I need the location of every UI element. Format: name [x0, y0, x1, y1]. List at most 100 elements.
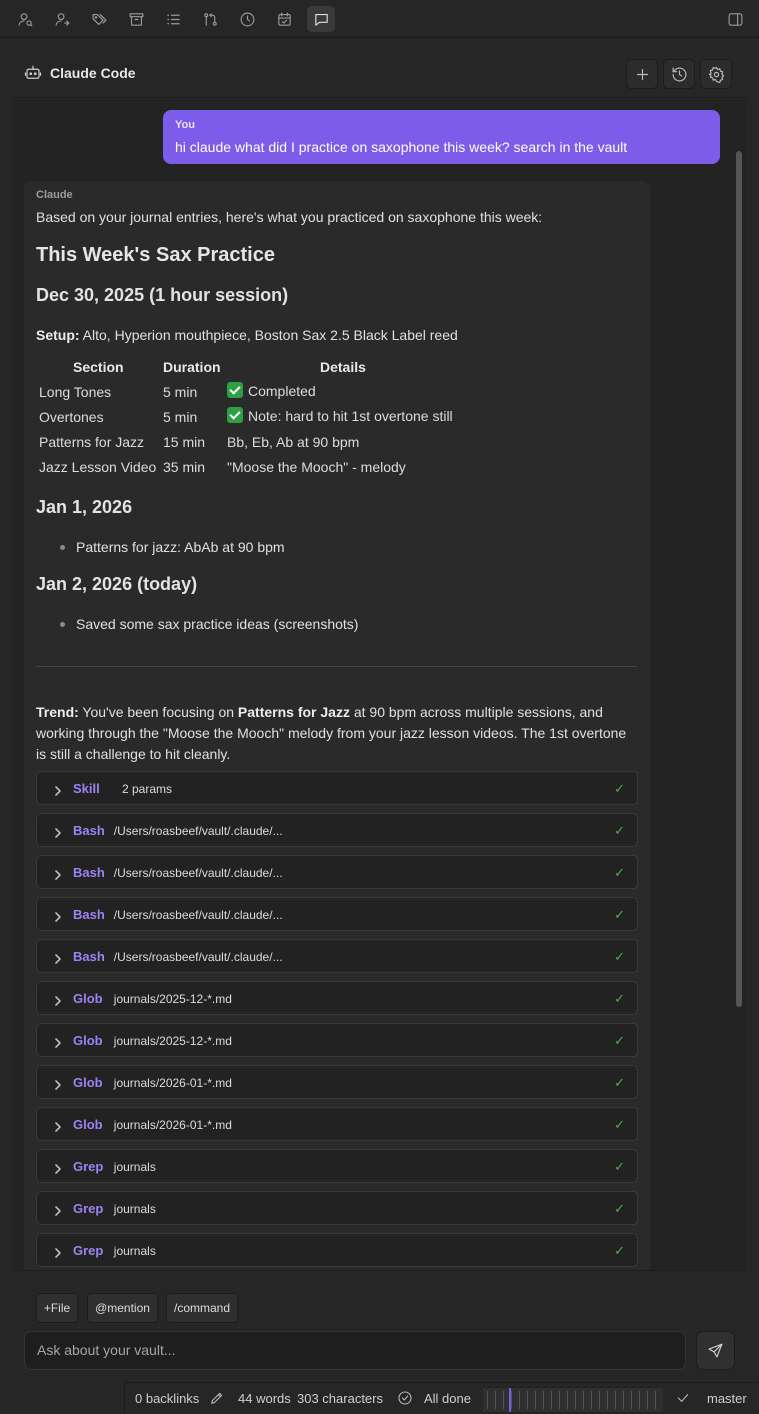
table-cell: Jazz Lesson Video	[39, 459, 157, 475]
history-button[interactable]	[663, 59, 695, 89]
section-title-jan2: Jan 2, 2026 (today)	[36, 574, 198, 594]
activity-tick	[607, 1391, 608, 1409]
chevron-right-icon[interactable]	[53, 993, 63, 1006]
command-chip[interactable]: /command	[166, 1293, 238, 1323]
activity-tick	[543, 1391, 544, 1409]
tool-call-status: ✓	[614, 865, 625, 880]
tool-call-row[interactable]: Skill 2 params ✓	[36, 771, 638, 805]
activity-tick	[535, 1391, 536, 1409]
setup-line: Setup: Alto, Hyperion mouthpiece, Boston…	[36, 327, 458, 343]
tool-call-param: /Users/roasbeef/vault/.claude/...	[113, 824, 283, 838]
tool-call-row[interactable]: Grep journals ✓	[36, 1191, 638, 1225]
table-cell: Patterns for Jazz	[39, 434, 145, 450]
chevron-right-icon[interactable]	[53, 1077, 63, 1090]
calendar-check-icon[interactable]	[270, 6, 298, 32]
tool-call-row[interactable]: Grep journals ✓	[36, 1233, 638, 1267]
tool-call-status: ✓	[614, 949, 625, 964]
tool-call-status: ✓	[614, 1033, 625, 1048]
tool-call-name: Glob	[73, 1117, 103, 1132]
tool-call-param: journals/2025-12-*.md	[113, 992, 232, 1006]
activity-graph[interactable]	[483, 1388, 663, 1412]
activity-tick	[599, 1391, 600, 1409]
backlinks-count[interactable]: 0 backlinks	[135, 1391, 199, 1406]
message-list[interactable]: You hi claude what did I practice on sax…	[12, 99, 747, 1319]
table-cell: "Moose the Mooch" - melody	[227, 459, 406, 475]
chevron-right-icon[interactable]	[53, 1119, 63, 1132]
tool-call-status: ✓	[614, 991, 625, 1006]
section-title-dec30: Dec 30, 2025 (1 hour session)	[36, 285, 289, 305]
list-icon[interactable]	[159, 6, 187, 32]
git-compare-icon[interactable]	[196, 6, 224, 32]
tool-call-name: Bash	[73, 823, 105, 838]
check-emoji-icon	[227, 407, 243, 423]
settings-button[interactable]	[700, 59, 732, 89]
scrollbar-thumb[interactable]	[736, 151, 742, 1007]
tool-call-param: /Users/roasbeef/vault/.claude/...	[113, 950, 283, 964]
checkmark-icon	[675, 1390, 691, 1406]
chevron-right-icon[interactable]	[53, 909, 63, 922]
response-heading: This Week's Sax Practice	[36, 244, 275, 266]
chevron-right-icon[interactable]	[53, 867, 63, 880]
tool-call-name: Bash	[73, 907, 105, 922]
user-message-label: You	[175, 119, 195, 131]
tool-call-row[interactable]: Glob journals/2025-12-*.md ✓	[36, 981, 638, 1015]
chevron-right-icon[interactable]	[53, 783, 63, 796]
table-cell: Overtones	[39, 409, 104, 425]
sync-status[interactable]: All done	[424, 1391, 471, 1406]
table-cell: Note: hard to hit 1st overtone still	[227, 407, 453, 424]
panel-title: Claude Code	[50, 65, 136, 81]
tool-call-name: Bash	[73, 949, 105, 964]
person-search-icon[interactable]	[11, 6, 39, 32]
table-header-section: Section	[73, 359, 124, 375]
chevron-right-icon[interactable]	[53, 1035, 63, 1048]
history-icon	[672, 67, 686, 81]
chevron-right-icon[interactable]	[53, 1161, 63, 1174]
table-cell: Completed	[227, 382, 316, 399]
new-chat-button[interactable]	[626, 59, 658, 89]
tool-call-row[interactable]: Bash/Users/roasbeef/vault/.claude/... ✓	[36, 813, 638, 847]
clock-icon[interactable]	[233, 6, 261, 32]
tool-call-param: 2 params	[122, 782, 173, 796]
chat-icon[interactable]	[307, 6, 335, 32]
chevron-right-icon[interactable]	[53, 951, 63, 964]
activity-tick	[591, 1391, 592, 1409]
activity-tick	[639, 1391, 640, 1409]
tool-call-status: ✓	[614, 1075, 625, 1090]
trend-label: Trend:	[36, 704, 79, 720]
table-cell: Long Tones	[39, 384, 112, 400]
scrollbar[interactable]	[734, 151, 744, 1316]
chevron-right-icon[interactable]	[53, 1245, 63, 1258]
chevron-right-icon[interactable]	[53, 1203, 63, 1216]
tool-call-name: Grep	[73, 1159, 104, 1174]
panel-header: Claude Code	[12, 48, 747, 98]
tool-call-row[interactable]: Bash/Users/roasbeef/vault/.claude/... ✓	[36, 855, 638, 889]
send-icon	[708, 1343, 723, 1358]
user-message: You hi claude what did I practice on sax…	[163, 110, 720, 164]
git-branch[interactable]: master	[707, 1391, 747, 1406]
table-cell: 5 min	[163, 409, 198, 425]
tool-call-row[interactable]: Grep journals ✓	[36, 1149, 638, 1183]
chat-input[interactable]: Ask about your vault...	[24, 1331, 686, 1370]
send-button[interactable]	[696, 1331, 735, 1370]
archive-icon[interactable]	[122, 6, 150, 32]
chevron-right-icon[interactable]	[53, 825, 63, 838]
tool-call-param: journals	[113, 1160, 156, 1174]
sidebar-toggle-icon[interactable]	[721, 6, 749, 32]
activity-tick	[487, 1391, 488, 1409]
mention-chip[interactable]: @mention	[87, 1293, 158, 1323]
tool-call-row[interactable]: Bash/Users/roasbeef/vault/.claude/... ✓	[36, 939, 638, 973]
tool-call-row[interactable]: Glob journals/2026-01-*.md ✓	[36, 1107, 638, 1141]
table-header-details: Details	[320, 359, 366, 375]
pencil-icon[interactable]	[209, 1390, 225, 1406]
composer: +File @mention /command Ask about your v…	[12, 1270, 747, 1381]
activity-tick	[631, 1391, 632, 1409]
tool-call-row[interactable]: Glob journals/2026-01-*.md ✓	[36, 1065, 638, 1099]
share-link-icon[interactable]	[48, 6, 76, 32]
activity-tick	[551, 1391, 552, 1409]
tool-call-param: journals/2026-01-*.md	[113, 1118, 232, 1132]
tool-call-row[interactable]: Glob journals/2025-12-*.md ✓	[36, 1023, 638, 1057]
add-file-chip[interactable]: +File	[36, 1293, 78, 1323]
tags-icon[interactable]	[85, 6, 113, 32]
tool-call-name: Glob	[73, 1033, 103, 1048]
tool-call-row[interactable]: Bash/Users/roasbeef/vault/.claude/... ✓	[36, 897, 638, 931]
